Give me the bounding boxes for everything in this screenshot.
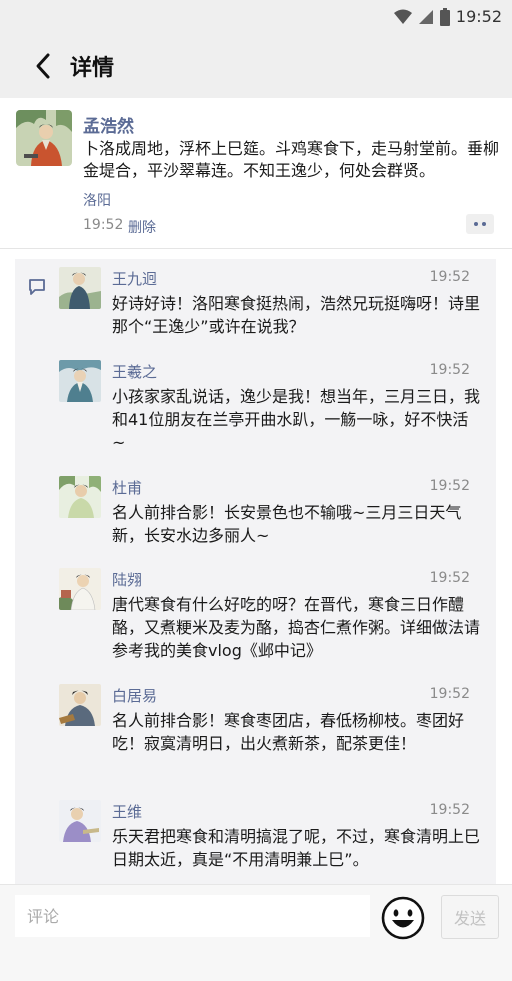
- post-location-link[interactable]: 洛阳: [83, 190, 111, 210]
- comment-author[interactable]: 白居易: [112, 685, 157, 706]
- comment-time: 19:52: [429, 802, 470, 818]
- comment-text: 小孩家家乱说话，逸少是我！想当年，三月三日，我和41位朋友在兰亭开曲水趴，一觞一…: [112, 387, 481, 452]
- status-time: 19:52: [455, 7, 502, 26]
- comment-time: 19:52: [429, 686, 470, 702]
- comment-text: 乐天君把寒食和清明搞混了呢，不过，寒食清明上巳日期太近，真是“不用清明兼上巳”。: [112, 827, 481, 869]
- comment-input-bar: 发送: [0, 884, 512, 981]
- comment-time: 19:52: [429, 269, 470, 285]
- comment-author[interactable]: 王维: [112, 801, 142, 822]
- avatar[interactable]: [59, 267, 101, 309]
- avatar[interactable]: [59, 360, 101, 402]
- post-author-name[interactable]: 孟浩然: [83, 112, 134, 137]
- status-bar: 19:52: [0, 0, 512, 34]
- top-nav-bar: 详情: [0, 34, 512, 98]
- comment-text: 名人前排合影！长安景色也不输哦~三月三日天气新，长安水边多丽人~: [112, 503, 462, 545]
- page-title: 详情: [70, 56, 115, 81]
- comment-list: 王九迥 19:52 好诗好诗！洛阳寒食挺热闹，浩然兄玩挺嗨呀！诗里那个“王逸少”…: [15, 259, 496, 884]
- battery-icon: [439, 7, 450, 26]
- comment-text: 唐代寒食有什么好吃的呀？在晋代，寒食三日作醴酪，又煮粳米及麦为酪，捣杏仁煮作粥。…: [112, 595, 481, 660]
- avatar[interactable]: [16, 110, 72, 166]
- emoji-icon[interactable]: [380, 895, 426, 941]
- comment-time: 19:52: [429, 570, 470, 586]
- comment-author[interactable]: 王九迥: [112, 268, 157, 289]
- post-time: 19:52: [83, 217, 124, 233]
- avatar[interactable]: [59, 684, 101, 726]
- wifi-icon: [393, 9, 412, 24]
- avatar[interactable]: [59, 800, 101, 842]
- cellular-icon: [418, 9, 433, 24]
- comment-author[interactable]: 杜甫: [112, 477, 142, 498]
- comment-bubble-icon: [29, 279, 45, 295]
- back-arrow-icon[interactable]: [30, 52, 56, 80]
- dot-icon: [482, 222, 486, 226]
- comment-text: 好诗好诗！洛阳寒食挺热闹，浩然兄玩挺嗨呀！诗里那个“王逸少”或许在说我？: [112, 294, 481, 336]
- send-button[interactable]: 发送: [441, 895, 499, 939]
- more-options-button[interactable]: [466, 214, 494, 234]
- comment-time: 19:52: [429, 478, 470, 494]
- comment-author[interactable]: 陆翙: [112, 569, 142, 590]
- delete-link[interactable]: 删除: [128, 217, 156, 237]
- post-text: 卜洛成周地，浮杯上巳筵。斗鸡寒食下，走马射堂前。垂柳金堤合，平沙翠幕连。不知王逸…: [83, 139, 500, 180]
- avatar[interactable]: [59, 476, 101, 518]
- divider: [0, 248, 512, 249]
- comment-time: 19:52: [429, 362, 470, 378]
- comment-input[interactable]: [15, 895, 370, 937]
- comment-author[interactable]: 王羲之: [112, 361, 157, 382]
- dot-icon: [474, 222, 478, 226]
- comment-text: 名人前排合影！寒食枣团店，春低杨柳枝。枣团好吃！寂寞清明日，出火煮新茶，配茶更佳…: [112, 711, 465, 753]
- avatar[interactable]: [59, 568, 101, 610]
